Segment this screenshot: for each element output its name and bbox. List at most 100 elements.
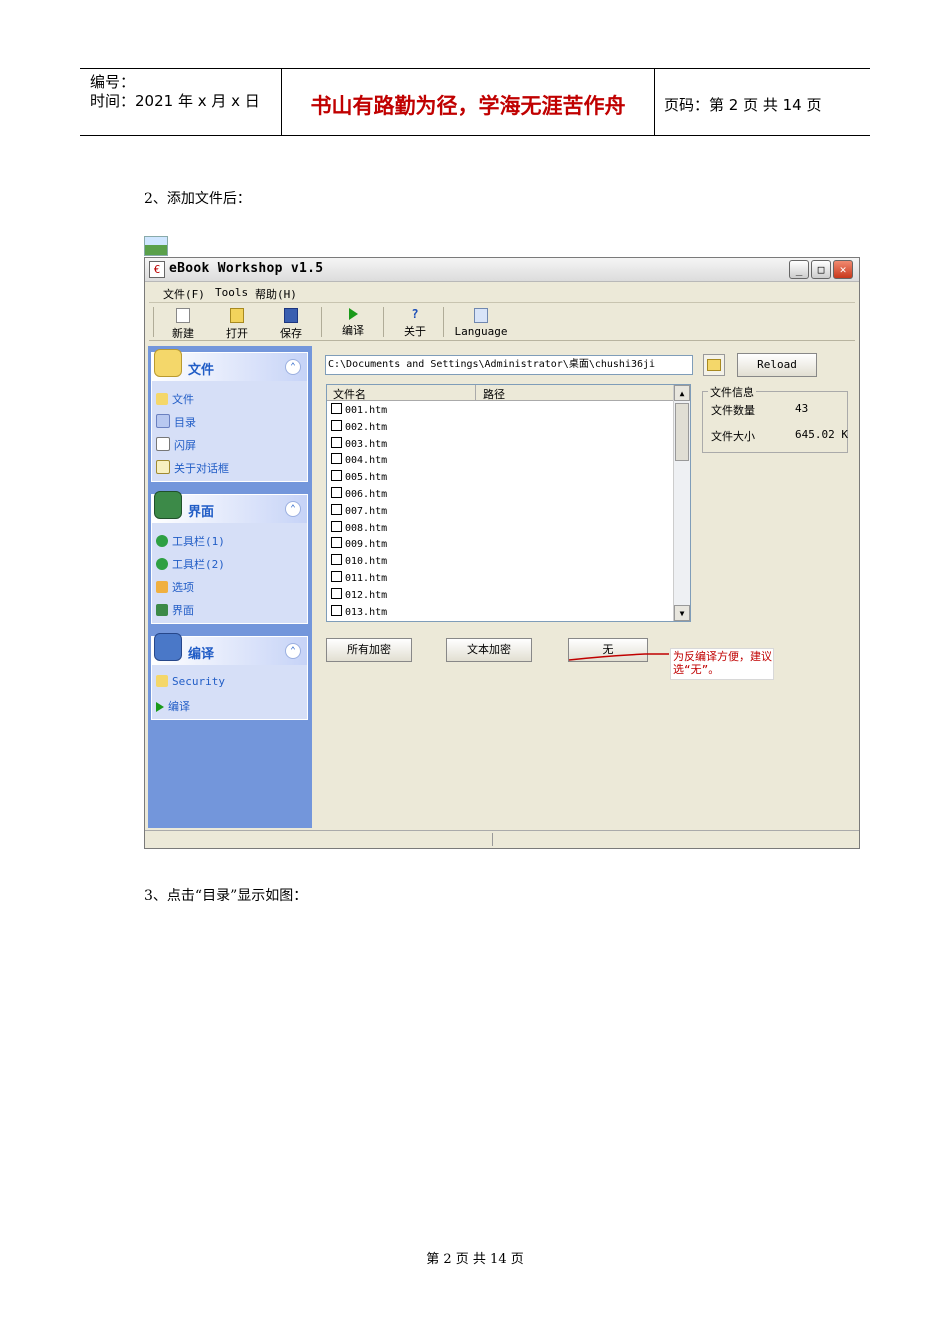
file-row[interactable]: 007.htm <box>331 503 388 520</box>
file-name: 001.htm <box>345 405 388 416</box>
new-file-icon <box>176 308 190 323</box>
group-compile-header[interactable]: 编译 ⌃ <box>152 633 307 665</box>
menu-help[interactable]: 帮助(H) <box>255 286 297 302</box>
file-name: 006.htm <box>345 489 388 500</box>
compile-button[interactable]: 编译 <box>331 306 375 338</box>
pane-item-options[interactable]: 选项 <box>156 579 194 595</box>
file-checkbox[interactable] <box>331 487 342 498</box>
save-disk-icon <box>284 308 298 323</box>
file-checkbox[interactable] <box>331 403 342 414</box>
encrypt-all-button[interactable]: 所有加密 <box>326 638 412 662</box>
minimize-button[interactable]: _ <box>789 260 809 279</box>
pane-item-label: 编译 <box>168 700 190 713</box>
file-checkbox[interactable] <box>331 453 342 465</box>
new-button[interactable]: 新建 <box>161 306 205 340</box>
file-checkbox[interactable] <box>331 571 342 582</box>
encrypt-text-button[interactable]: 文本加密 <box>446 638 532 662</box>
scroll-thumb[interactable] <box>675 403 689 461</box>
play-icon <box>156 702 164 712</box>
file-checkbox[interactable] <box>331 436 342 448</box>
file-info-legend: 文件信息 <box>708 384 756 400</box>
file-row[interactable]: 006.htm <box>331 487 387 503</box>
file-row[interactable]: 008.htm <box>331 520 387 537</box>
file-checkbox[interactable] <box>331 604 342 616</box>
collapse-chevron-icon[interactable]: ⌃ <box>285 501 301 517</box>
collapse-chevron-icon[interactable]: ⌃ <box>285 643 301 659</box>
scroll-down-button[interactable]: ▼ <box>674 605 690 621</box>
about-button[interactable]: ? 关于 <box>393 306 437 339</box>
image-placeholder-icon <box>144 236 168 256</box>
file-row[interactable]: 011.htm <box>331 571 387 587</box>
collapse-chevron-icon[interactable]: ⌃ <box>285 359 301 375</box>
group-compile-title: 编译 <box>188 647 215 662</box>
page-info: 页码：第 2 页 共 14 页 <box>664 96 822 114</box>
path-input[interactable]: C:\Documents and Settings\Administrator\… <box>325 355 693 375</box>
save-button[interactable]: 保存 <box>269 306 313 340</box>
file-list[interactable]: 文件名 路径 001.htm 002.htm 003.htm 004.htm 005.h… <box>326 384 691 622</box>
file-checkbox[interactable] <box>331 554 342 566</box>
folder-icon <box>707 359 721 371</box>
file-list-header: 文件名 路径 <box>327 385 673 401</box>
vertical-scrollbar[interactable]: ▲ ▼ <box>673 385 690 621</box>
file-checkbox[interactable] <box>331 537 342 549</box>
menu-tools[interactable]: Tools <box>215 286 248 299</box>
file-checkbox[interactable] <box>331 470 342 482</box>
reload-button[interactable]: Reload <box>737 353 817 377</box>
file-row[interactable]: 001.htm <box>331 403 387 419</box>
file-checkbox[interactable] <box>331 587 342 599</box>
pane-item-toolbar-1[interactable]: 工具栏(1) <box>156 533 225 549</box>
close-button[interactable]: ✕ <box>833 260 853 279</box>
open-button[interactable]: 打开 <box>215 306 259 340</box>
toolbar-separator <box>443 307 444 337</box>
group-interface-title: 界面 <box>188 505 215 520</box>
pane-item-label: 工具栏(1) <box>172 535 225 548</box>
file-checkbox[interactable] <box>331 503 342 515</box>
file-count-label: 文件数量 <box>711 404 755 417</box>
pane-item-security[interactable]: Security <box>156 675 225 688</box>
file-size-label: 文件大小 <box>711 430 755 443</box>
file-row[interactable]: 012.htm <box>331 587 387 604</box>
file-name: 004.htm <box>345 455 388 467</box>
compile-label: 编译 <box>342 324 364 337</box>
file-row[interactable]: 009.htm <box>331 537 387 553</box>
interface-small-icon <box>156 604 168 616</box>
toolbar: 新建 打开 保存 编译 ? 关于 Language <box>149 304 855 341</box>
menu-file[interactable]: 文件(F) <box>163 286 205 302</box>
pane-item-label: 界面 <box>172 604 194 617</box>
file-checkbox[interactable] <box>331 520 342 532</box>
computer-icon <box>154 633 182 661</box>
pane-item-splash[interactable]: 闪屏 <box>156 437 196 453</box>
file-name: 003.htm <box>345 438 388 450</box>
page-footer: 第 2 页 共 14 页 <box>426 1252 524 1267</box>
file-row[interactable]: 010.htm <box>331 554 387 570</box>
file-name: 005.htm <box>345 472 388 484</box>
pane-item-about-dialog[interactable]: 关于对话框 <box>156 460 229 476</box>
toolbar-grip <box>153 307 154 337</box>
file-name: 011.htm <box>345 573 388 584</box>
pane-item-directory[interactable]: 目录 <box>156 414 196 430</box>
browse-folder-button[interactable] <box>703 354 725 376</box>
column-path[interactable]: 路径 <box>483 386 505 402</box>
group-interface-header[interactable]: 界面 ⌃ <box>152 491 307 523</box>
pane-item-compile[interactable]: 编译 <box>156 698 190 714</box>
pane-item-label: 工具栏(2) <box>172 558 225 571</box>
file-row[interactable]: 013.htm <box>331 604 387 621</box>
maximize-button[interactable]: □ <box>811 260 831 279</box>
file-row[interactable]: 005.htm <box>331 470 387 486</box>
pane-item-file[interactable]: 文件 <box>156 391 194 407</box>
file-row[interactable]: 003.htm <box>331 436 388 453</box>
title-bar: € eBook Workshop v1.5 _ □ ✕ <box>145 258 859 282</box>
pane-item-interface[interactable]: 界面 <box>156 602 194 618</box>
header-divider <box>654 68 655 136</box>
app-icon: € <box>149 261 165 278</box>
language-button[interactable]: Language <box>451 306 511 338</box>
play-icon <box>348 308 358 320</box>
file-row[interactable]: 002.htm <box>331 419 387 436</box>
scroll-up-button[interactable]: ▲ <box>674 385 690 401</box>
column-filename[interactable]: 文件名 <box>333 386 366 402</box>
file-name: 007.htm <box>345 505 388 517</box>
group-file-header[interactable]: 文件 ⌃ <box>152 349 307 381</box>
file-checkbox[interactable] <box>331 419 342 431</box>
file-row[interactable]: 004.htm <box>331 453 387 469</box>
pane-item-toolbar-2[interactable]: 工具栏(2) <box>156 556 225 572</box>
